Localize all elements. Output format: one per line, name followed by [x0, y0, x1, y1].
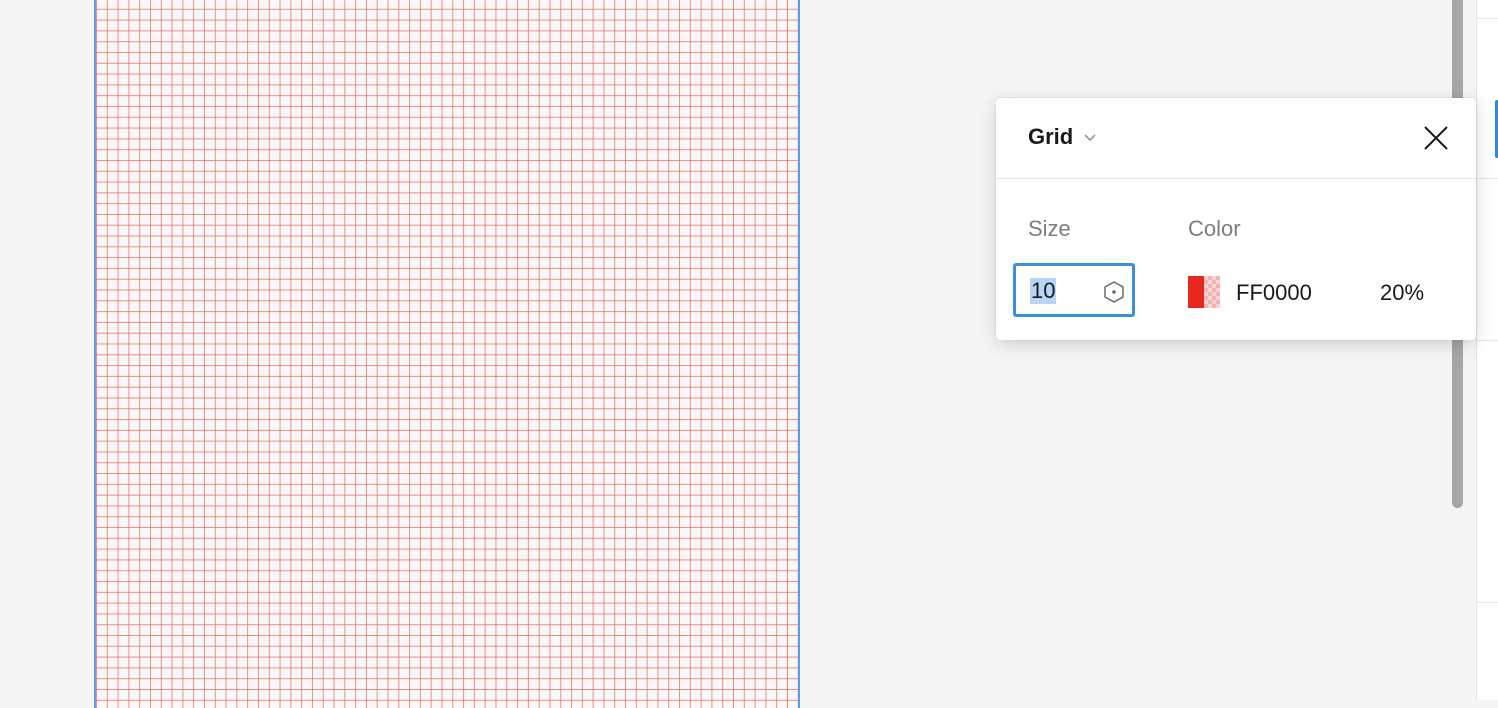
opacity-field[interactable]: 20%: [1380, 280, 1424, 306]
close-icon[interactable]: [1422, 124, 1450, 152]
properties-panel-edge: [1476, 0, 1498, 700]
grid-size-value[interactable]: 10: [1030, 278, 1057, 304]
chevron-down-icon: [1084, 134, 1096, 142]
swatch-solid: [1188, 276, 1204, 308]
grid-type-dropdown[interactable]: Grid: [1028, 124, 1097, 150]
size-label: Size: [1028, 216, 1071, 241]
panel-divider: [1477, 602, 1498, 603]
color-label: Color: [1188, 216, 1241, 241]
grid-size-input[interactable]: 10: [1013, 263, 1135, 317]
color-hex-field[interactable]: FF0000: [1236, 280, 1312, 306]
panel-divider: [1477, 18, 1498, 19]
panel-divider: [1477, 340, 1498, 341]
color-swatch[interactable]: [1188, 276, 1220, 308]
frame-with-grid[interactable]: [94, 0, 800, 708]
panel-divider: [1477, 178, 1498, 179]
grid-type-label: Grid: [1028, 124, 1074, 149]
popover-header: Grid: [996, 98, 1476, 179]
grid-settings-popover: Grid Size Color 10 FF0000 20%: [996, 98, 1476, 340]
swatch-transparency: [1204, 276, 1220, 308]
hexagon-icon[interactable]: [1102, 280, 1126, 304]
